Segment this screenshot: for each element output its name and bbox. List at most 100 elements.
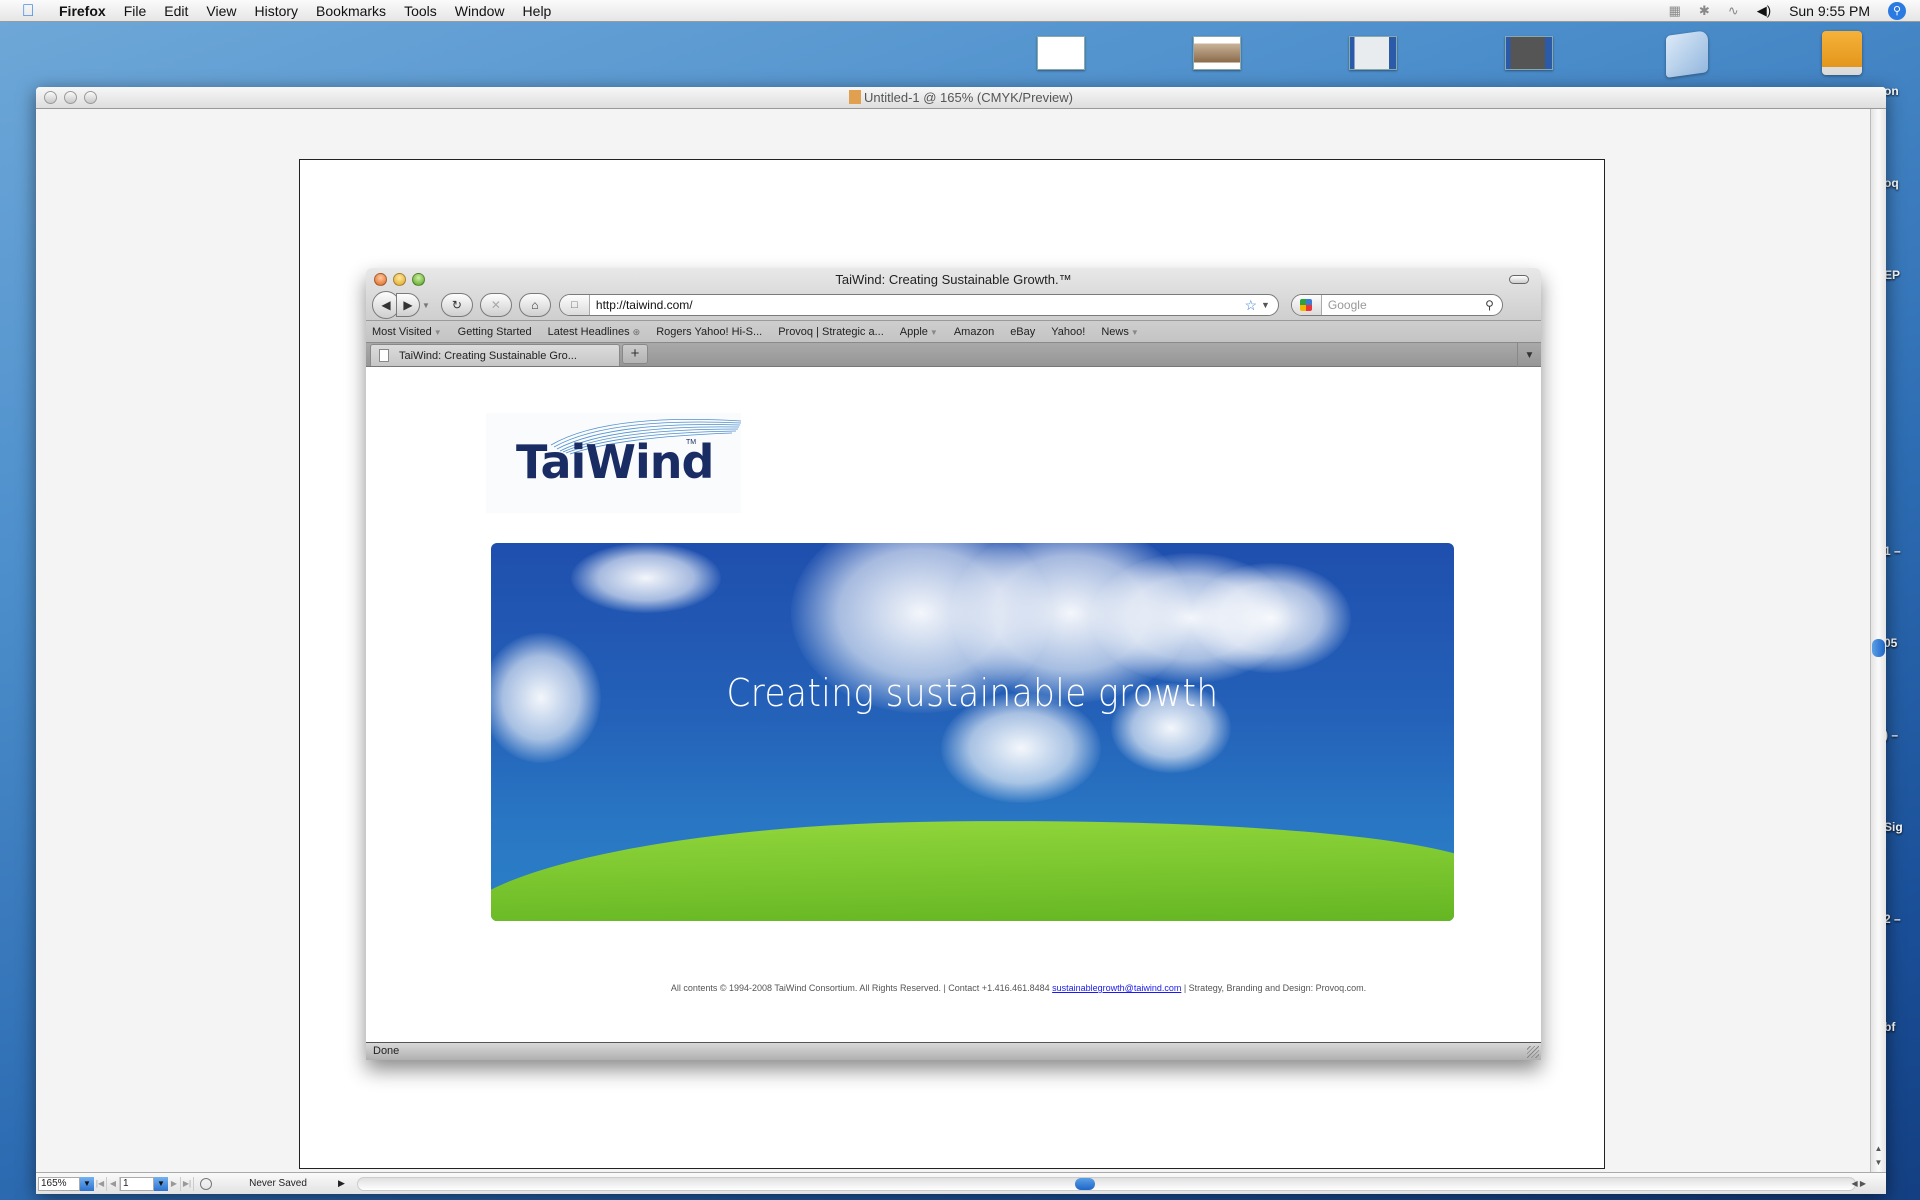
trademark-label: TM [686,439,697,446]
tab-strip: TaiWind: Creating Sustainable Gro... + ▼ [366,342,1541,367]
spotlight-search-icon[interactable]: ⚲ [1888,1,1906,20]
document-titlebar[interactable]: Untitled-1 @ 165% (CMYK/Preview) [36,87,1886,109]
new-tab-button[interactable]: + [622,344,648,364]
contact-email-link[interactable]: sustainablegrowth@taiwind.com [1052,983,1181,993]
canvas-area[interactable]: TaiWind: Creating Sustainable Growth.™ ◀… [36,109,1870,1172]
bluetooth-icon[interactable]: ✱ [1699,3,1710,19]
home-icon: ⌂ [531,298,539,312]
bookmark-star-icon[interactable]: ☆ [1244,297,1257,314]
search-magnifier-icon[interactable]: ⚲ [1485,298,1494,312]
reload-button[interactable]: ↻ [440,293,473,317]
back-arrow-icon: ◀ [381,298,391,312]
url-bar[interactable]: □ http://taiwind.com/ ☆ ▼ [558,294,1279,316]
menu-app[interactable]: Firefox [53,3,115,19]
desktop-file-thumbnail[interactable] [1037,36,1085,70]
chevron-down-icon: ▼ [929,327,938,337]
horizontal-scroll-arrows[interactable]: ◀ ▶ [1851,1179,1866,1188]
browser-close-button[interactable] [374,272,387,286]
home-button[interactable]: ⌂ [518,293,551,317]
next-page-icon[interactable]: ▶ [168,1176,181,1191]
bookmark-amazon[interactable]: Amazon [954,326,994,338]
forward-button[interactable]: ▶ [396,293,420,317]
previous-page-icon[interactable]: ◀ [107,1176,120,1191]
tab-taiwind[interactable]: TaiWind: Creating Sustainable Gro... [370,344,620,366]
zoom-level-field[interactable]: 165% [38,1176,80,1191]
menu-window[interactable]: Window [446,3,514,19]
bookmark-latest-headlines[interactable]: Latest Headlines ⊛ [548,326,641,338]
desktop-file-thumbnail[interactable] [1349,36,1397,70]
web-page-content: TaiWind TM Creating sustainable growth A… [366,379,1541,1042]
cloud [1191,563,1351,673]
vertical-scrollbar[interactable]: ▲ ▼ [1870,109,1886,1172]
browser-zoom-button[interactable] [412,272,425,286]
scroll-up-arrow[interactable]: ▲ [1871,1142,1886,1156]
url-history-dropdown-icon[interactable]: ▼ [1261,300,1270,310]
vertical-scroll-thumb[interactable] [1872,639,1885,657]
history-dropdown-icon[interactable]: ▼ [422,301,430,310]
desktop-file-thumbnail[interactable] [1193,36,1241,70]
menu-file[interactable]: File [115,3,156,19]
stop-button[interactable]: ✕ [479,293,512,317]
menu-bookmarks[interactable]: Bookmarks [307,3,395,19]
search-input[interactable]: Google [1328,298,1485,312]
version-cue-icon[interactable] [200,1177,212,1190]
artboard[interactable]: TaiWind: Creating Sustainable Growth.™ ◀… [299,159,1605,1169]
browser-minimize-button[interactable] [393,272,406,286]
clock[interactable]: Sun 9:55 PM [1789,3,1870,19]
menu-help[interactable]: Help [514,3,561,19]
search-engine-selector[interactable] [1291,295,1322,315]
folder-icon[interactable] [1666,30,1708,78]
list-all-tabs-icon[interactable]: ▼ [1517,343,1541,367]
reload-icon: ↻ [451,298,462,312]
external-drive-icon[interactable] [1822,31,1862,75]
toolbar-toggle-button[interactable] [1509,275,1529,284]
menu-view[interactable]: View [197,3,245,19]
bookmark-rogers-yahoo[interactable]: Rogers Yahoo! Hi-S... [656,326,762,338]
browser-title: TaiWind: Creating Sustainable Growth.™ [835,271,1072,287]
bookmark-ebay[interactable]: eBay [1010,326,1035,338]
bookmark-provoq[interactable]: Provoq | Strategic a... [778,326,884,338]
bookmark-yahoo[interactable]: Yahoo! [1051,326,1085,338]
menu-tools[interactable]: Tools [395,3,446,19]
desktop-label: oq [1884,176,1899,190]
document-file-icon [849,90,861,104]
desktop-label: 1 – [1884,544,1901,558]
google-logo-icon [1300,299,1313,311]
url-input[interactable]: http://taiwind.com/ [596,298,1245,312]
first-page-icon[interactable]: |◀ [94,1176,107,1191]
minimize-window-button[interactable] [64,91,77,104]
bookmark-most-visited[interactable]: Most Visited ▼ [372,326,442,338]
desktop-file-thumbnail[interactable] [1505,36,1553,70]
search-bar[interactable]: Google ⚲ [1290,294,1503,316]
horizontal-scrollbar[interactable] [356,1176,1856,1191]
taiwind-logo[interactable]: TaiWind TM [486,413,742,513]
logo-text: TaiWind [516,435,714,489]
document-window: Untitled-1 @ 165% (CMYK/Preview) TaiWind… [36,87,1886,1194]
apple-menu-icon[interactable]:  [17,1,39,21]
scroll-down-arrow[interactable]: ▼ [1871,1156,1886,1170]
bookmark-getting-started[interactable]: Getting Started [458,326,532,338]
spaces-icon[interactable]: ▦ [1669,3,1681,19]
hero-headline: Creating sustainable growth [726,671,1219,715]
desktop-label: 05 [1884,636,1898,650]
zoom-window-button[interactable] [84,91,97,104]
zoom-dropdown-icon[interactable]: ▼ [80,1176,94,1191]
page-dropdown-icon[interactable]: ▼ [154,1176,168,1191]
bookmark-apple[interactable]: Apple ▼ [900,326,938,338]
page-icon [379,349,389,362]
wifi-icon[interactable]: ∿ [1728,3,1739,19]
browser-titlebar[interactable]: TaiWind: Creating Sustainable Growth.™ [366,268,1541,290]
document-title: Untitled-1 @ 165% (CMYK/Preview) [36,90,1886,105]
desktop-label: Sig [1884,820,1903,834]
menu-history[interactable]: History [245,3,307,19]
resize-grip-icon[interactable] [1527,1046,1539,1058]
status-menu-arrow-icon[interactable]: ▶ [338,1178,345,1189]
bookmark-news[interactable]: News ▼ [1101,326,1138,338]
menu-edit[interactable]: Edit [155,3,197,19]
horizontal-scroll-thumb[interactable] [1074,1177,1095,1190]
page-icon: □ [559,295,590,315]
volume-icon[interactable]: ◀) [1757,3,1771,19]
last-page-icon[interactable]: ▶| [181,1176,194,1191]
close-window-button[interactable] [44,91,57,104]
page-number-field[interactable]: 1 [120,1176,154,1191]
